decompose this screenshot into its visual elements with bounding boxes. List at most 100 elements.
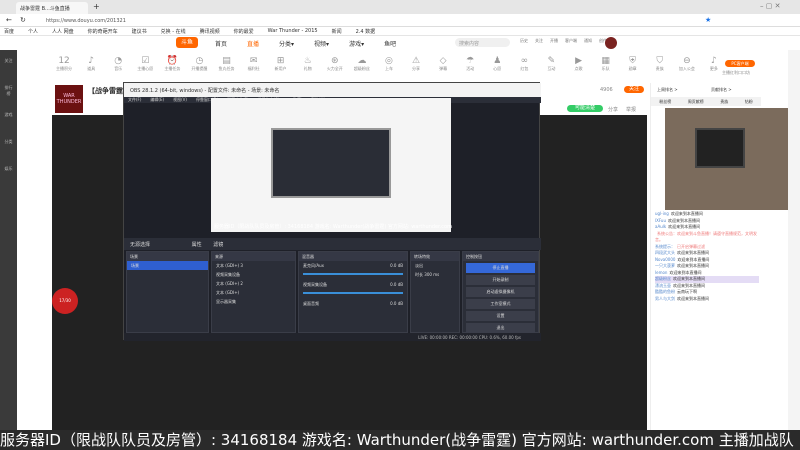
bookmark[interactable]: 人人 网盘	[52, 28, 74, 35]
chat-user[interactable]: 酷酷的鱼粉	[655, 289, 675, 294]
start-live-button[interactable]: 开播	[550, 38, 558, 44]
bookmark[interactable]: 你的奇葩开车	[88, 28, 118, 35]
virtual-camera-button[interactable]: 启动虚拟摄像机	[466, 287, 535, 297]
tool-item[interactable]: ◔ 音乐	[110, 52, 126, 80]
source-item[interactable]: 文本 (GDI+) 2	[212, 279, 295, 288]
tool-item[interactable]: ◷ 开播提醒	[191, 52, 207, 80]
tool-item[interactable]: ▤ 鱼丸任务	[218, 52, 235, 80]
window-controls[interactable]: – ▢ ✕	[760, 2, 780, 10]
sidebar-item-ent[interactable]: 娱乐	[3, 166, 14, 172]
bookmark[interactable]: 腾讯视频	[200, 28, 220, 35]
nav-fishbar[interactable]: 鱼吧	[384, 39, 396, 48]
exit-button[interactable]: 退出	[466, 323, 535, 333]
bookmark[interactable]: 个人	[28, 28, 38, 35]
start-recording-button[interactable]: 开始录制	[466, 275, 535, 285]
tool-item[interactable]: ⊖ 加入公会	[679, 52, 695, 80]
bookmark[interactable]: 兑换 - 在线	[161, 28, 186, 35]
source-item[interactable]: 文本 (GDI+)	[212, 288, 295, 297]
sidebar-item-follow[interactable]: 关注	[3, 58, 14, 64]
source-item[interactable]: 视频采集设备	[212, 270, 295, 279]
tool-item[interactable]: ▶ 点歌	[570, 52, 586, 80]
tool-item[interactable]: ⚠ 分享	[408, 52, 424, 80]
filters-button[interactable]: 滤镜	[213, 242, 223, 248]
tab-diamond[interactable]: 钻粉	[745, 99, 753, 106]
tool-item[interactable]: ∞ 红包	[516, 52, 532, 80]
chat-user[interactable]: lXFuu	[655, 218, 666, 223]
star-icon[interactable]: ★	[705, 16, 711, 24]
tool-item[interactable]: ♪ 更多	[706, 52, 722, 80]
tool-item[interactable]: ◎ 上车	[381, 52, 397, 80]
obs-preview[interactable]	[211, 98, 451, 232]
menu-file[interactable]: 文件(F)	[128, 97, 141, 103]
chat-user[interactable]: lemon	[655, 270, 667, 275]
bookmark[interactable]: 百度	[4, 28, 14, 35]
gift-rank-link[interactable]: 贡献排名 >	[711, 87, 732, 93]
tab-noble[interactable]: 贵族	[720, 99, 728, 106]
bookmark[interactable]: 你的最爱	[234, 28, 254, 35]
nav-category[interactable]: 分类▾	[279, 39, 294, 48]
nav-live[interactable]: 直播	[247, 39, 259, 48]
history-button[interactable]: 历史	[520, 38, 528, 44]
share-button[interactable]: 分享	[608, 106, 618, 113]
nav-home[interactable]: 首页	[215, 39, 227, 48]
bookmark[interactable]: 2.4 数据	[356, 28, 376, 35]
tool-item[interactable]: ◇ 弹幕	[435, 52, 451, 80]
mixer-channel[interactable]: 麦克风/Aux 0.0 dB	[299, 261, 407, 275]
client-button[interactable]: 客户端	[565, 38, 577, 44]
menu-edit[interactable]: 编辑(E)	[150, 97, 164, 103]
chat-user[interactable]: ugl-ing	[655, 211, 669, 216]
tool-item[interactable]: ⊞ 新用户	[273, 52, 289, 80]
chat-user[interactable]: 超级粉丝	[655, 276, 671, 281]
notify-button[interactable]: 通知	[584, 38, 592, 44]
tool-item[interactable]: ♟ 心愿	[489, 52, 505, 80]
chat-user[interactable]: 男人与大剑	[655, 296, 675, 301]
bookmark[interactable]: 建议书	[132, 28, 147, 35]
back-icon[interactable]: ←	[6, 16, 12, 24]
settings-button[interactable]: 设置	[466, 311, 535, 321]
level-badge[interactable]: 17/30	[52, 288, 78, 314]
chat-message[interactable]: 系统公告：欢迎来到斗鱼直播！请遵守直播规范，文明发言。	[655, 231, 759, 244]
chat-message[interactable]: 男人与大剑 欢迎来到本直播间	[655, 296, 759, 303]
nav-games[interactable]: 游戏▾	[349, 39, 364, 48]
tool-item[interactable]: ⊛ 火力全开	[327, 52, 343, 80]
douyu-logo[interactable]: 斗鱼	[176, 37, 198, 48]
tool-item[interactable]: ♨ 礼物	[300, 52, 316, 80]
tool-item[interactable]: ♪ 道具	[83, 52, 99, 80]
nav-video[interactable]: 视频▾	[314, 39, 329, 48]
bookmark[interactable]: War Thunder - 2015	[268, 28, 318, 34]
search-input[interactable]: 搜索内容	[455, 38, 510, 47]
chat-user[interactable]: Nova0000	[655, 257, 675, 262]
scene-item[interactable]: 场景	[127, 261, 208, 270]
sidebar-item-category[interactable]: 分类	[3, 139, 14, 145]
bookmark[interactable]: 新闻	[332, 28, 342, 35]
new-tab-button[interactable]: +	[93, 2, 100, 11]
tool-item[interactable]: ☂ 活动	[462, 52, 478, 80]
tool-item[interactable]: ✉ 福利社	[246, 52, 262, 80]
rank-link[interactable]: 上周排名 >	[657, 87, 678, 93]
refresh-icon[interactable]: ↻	[20, 16, 26, 24]
properties-button[interactable]: 属性	[192, 242, 202, 248]
url-input[interactable]: https://www.douyu.com/201321	[40, 17, 700, 25]
tab-weekly[interactable]: 周贡献榜	[688, 99, 704, 106]
pc-client-button[interactable]: PC客户端	[725, 60, 755, 67]
transition-select[interactable]: 淡出	[411, 261, 459, 270]
score-counter[interactable]: 12 主播积分	[56, 52, 72, 80]
chat-user[interactable]: aAulk	[655, 224, 666, 229]
source-item[interactable]: 文本 (GDI+) 3	[212, 261, 295, 270]
avatar[interactable]	[605, 37, 617, 49]
browser-tab[interactable]: 战争雷霆 B...斗鱼直播	[16, 2, 88, 14]
tool-item[interactable]: ⛉ 贵族	[652, 52, 668, 80]
mixer-channel[interactable]: 视频采集设备 0.0 dB	[299, 280, 407, 294]
sidebar-item-games[interactable]: 游戏	[3, 112, 14, 118]
chat-user[interactable]: 一只大菠萝	[655, 263, 675, 268]
follow-button[interactable]: 关注	[535, 38, 543, 44]
source-item[interactable]: 显示器采集	[212, 297, 295, 306]
tool-item[interactable]: ⏰ 主播任务	[164, 52, 180, 80]
page-scrollbar[interactable]	[788, 50, 800, 450]
tool-item[interactable]: ✎ 互动	[543, 52, 559, 80]
menu-view[interactable]: 视图(V)	[173, 97, 187, 103]
tool-item[interactable]: ☑ 主播心愿	[137, 52, 153, 80]
studio-mode-button[interactable]: 工作室模式	[466, 299, 535, 309]
tool-item[interactable]: ⛨ 勋章	[625, 52, 641, 80]
tab-fans[interactable]: 粉丝榜	[659, 99, 671, 106]
